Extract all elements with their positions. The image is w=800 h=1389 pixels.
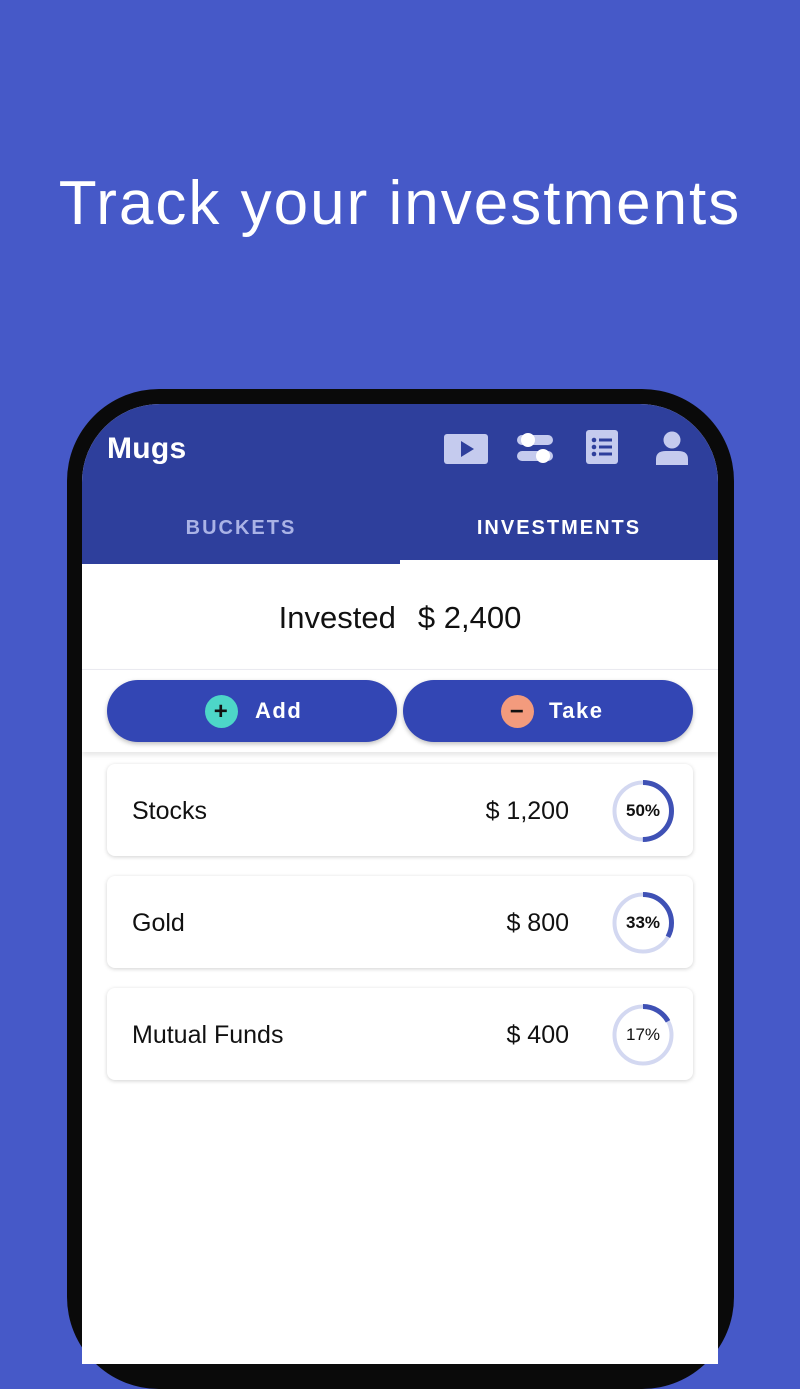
invested-value: $ 2,400 bbox=[417, 600, 522, 635]
take-button-label: Take bbox=[549, 698, 604, 723]
percentage-label: 17% bbox=[625, 1025, 661, 1044]
investment-card[interactable]: Mutual Funds $ 400 17% bbox=[107, 988, 693, 1080]
investment-name: Mutual Funds bbox=[132, 1021, 284, 1049]
list-icon[interactable] bbox=[586, 430, 618, 464]
minus-icon: − bbox=[501, 695, 534, 728]
invested-summary: Invested $ 2,400 bbox=[82, 564, 718, 670]
percentage-label: 50% bbox=[625, 801, 661, 820]
app-bar: Mugs BUCKETS INVESTMENTS bbox=[82, 404, 718, 564]
investment-amount: $ 400 bbox=[506, 1021, 569, 1049]
sliders-icon[interactable] bbox=[516, 431, 554, 465]
take-button[interactable]: − Take bbox=[403, 680, 693, 742]
investment-card[interactable]: Gold $ 800 33% bbox=[107, 876, 693, 968]
investment-card[interactable]: Stocks $ 1,200 50% bbox=[107, 764, 693, 856]
invested-label: Invested bbox=[278, 600, 396, 635]
phone-screen: Mugs BUCKETS INVESTMENTS Invested $ 2,40… bbox=[82, 404, 718, 1364]
tab-investments[interactable]: INVESTMENTS bbox=[400, 504, 718, 560]
investment-amount: $ 800 bbox=[506, 909, 569, 937]
action-bar: + Add − Take bbox=[82, 670, 718, 752]
app-title: Mugs bbox=[107, 432, 187, 465]
percentage-label: 33% bbox=[625, 913, 661, 932]
investment-amount: $ 1,200 bbox=[485, 797, 569, 825]
headline: Track your investments bbox=[58, 169, 742, 238]
video-icon[interactable] bbox=[444, 434, 488, 464]
investment-name: Gold bbox=[132, 909, 185, 937]
plus-icon: + bbox=[205, 695, 238, 728]
tab-buckets[interactable]: BUCKETS bbox=[82, 504, 400, 560]
user-icon[interactable] bbox=[654, 431, 690, 465]
add-button[interactable]: + Add bbox=[107, 680, 397, 742]
add-button-label: Add bbox=[255, 698, 303, 723]
investment-name: Stocks bbox=[132, 797, 208, 825]
